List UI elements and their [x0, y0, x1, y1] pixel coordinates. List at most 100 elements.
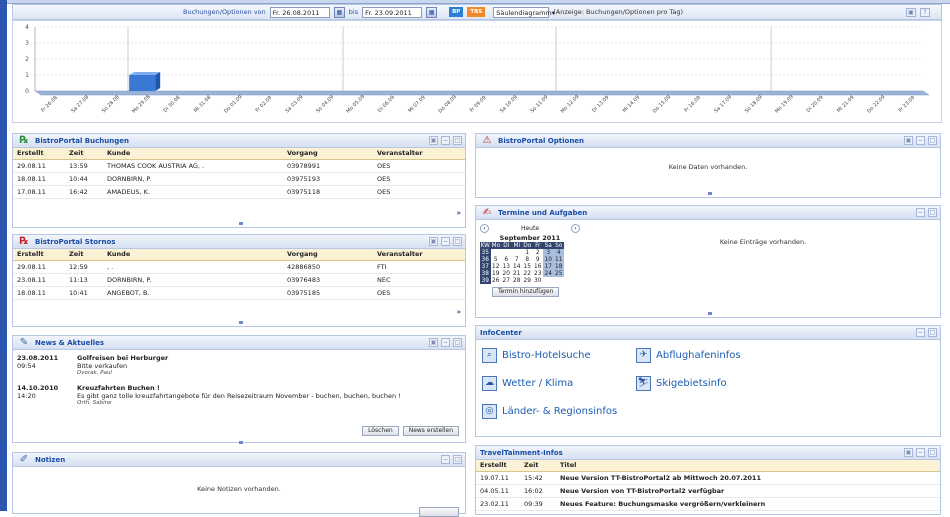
table-row[interactable]: 17.08.11 16:42 AMADEUS, K. 03975118 OES [13, 185, 465, 199]
date-from-input[interactable]: Fr. 26.08.2011 [269, 6, 330, 18]
link-country-info[interactable]: ◎ Länder- & Regionsinfos [482, 404, 617, 419]
calendar-day[interactable]: 18 [553, 263, 564, 270]
export-icon[interactable]: ▣ [429, 338, 438, 347]
export-icon[interactable]: ▣ [904, 448, 913, 457]
calendar-day[interactable]: 19 [491, 270, 502, 277]
add-appointment-button[interactable]: Termin hinzufügen [492, 287, 560, 297]
calendar-day[interactable]: 16 [533, 263, 544, 270]
calendar-day[interactable]: 30 [533, 277, 544, 284]
calendar-day[interactable]: 9 [533, 256, 544, 263]
toggle-tbs[interactable]: TBS [467, 7, 486, 17]
resize-handle[interactable] [239, 222, 243, 225]
export-icon[interactable]: ▣ [429, 136, 438, 145]
calendar-day[interactable]: 25 [553, 270, 564, 277]
calendar-day[interactable]: 11 [553, 256, 564, 263]
table-row[interactable]: 29.08.11 13:59 THOMAS COOK AUSTRIA AG, . 03… [13, 159, 465, 173]
minimize-icon[interactable]: − [441, 136, 450, 145]
maximize-icon[interactable]: □ [453, 338, 462, 347]
news-item[interactable]: 23.08.2011 09:54 Golfreisen bei Herburger… [13, 354, 465, 376]
link-weather[interactable]: ☁ Wetter / Klima [482, 376, 573, 391]
column-header[interactable]: Titel [556, 460, 940, 472]
calendar-day[interactable]: 14 [512, 263, 523, 270]
calendar-day[interactable]: 4 [553, 249, 564, 256]
maximize-icon[interactable]: □ [928, 328, 937, 337]
column-header[interactable]: Erstellt [13, 148, 65, 160]
calendar-day[interactable]: 10 [543, 256, 554, 263]
calendar-day[interactable]: 27 [501, 277, 512, 284]
link-hotel-search[interactable]: ⌕ Bistro-Hotelsuche [482, 348, 591, 363]
calendar-day[interactable]: 12 [491, 263, 502, 270]
calendar-day[interactable]: 20 [501, 270, 512, 277]
resize-handle[interactable] [239, 441, 243, 444]
table-row[interactable]: 23.08.11 11:13 DORNBIRN, P. 03976483 NEC [13, 273, 465, 287]
maximize-icon[interactable]: □ [928, 136, 937, 145]
resize-handle[interactable] [708, 192, 712, 195]
resize-handle[interactable] [239, 321, 243, 324]
column-header[interactable]: Kunde [103, 249, 283, 261]
maximize-icon[interactable]: □ [928, 208, 937, 217]
calendar-day[interactable]: 24 [543, 270, 554, 277]
minimize-icon[interactable]: − [916, 328, 925, 337]
delete-news-button[interactable]: Löschen [362, 426, 399, 436]
column-header[interactable]: Vorgang [283, 249, 373, 261]
column-header[interactable]: Veranstalter [373, 249, 465, 261]
column-header[interactable]: Vorgang [283, 148, 373, 160]
calendar-day[interactable]: 21 [512, 270, 523, 277]
more-link[interactable]: » [456, 308, 461, 316]
date-to-input[interactable]: Fr. 23.09.2011 [362, 6, 423, 18]
column-header[interactable]: Zeit [65, 148, 103, 160]
minimize-icon[interactable]: − [916, 136, 925, 145]
maximize-icon[interactable]: □ [453, 455, 462, 464]
create-news-button[interactable]: News erstellen [402, 426, 459, 436]
column-header[interactable]: Zeit [65, 249, 103, 261]
column-header[interactable]: Zeit [520, 460, 556, 472]
calendar-day[interactable]: 6 [501, 256, 512, 263]
toggle-bp[interactable]: BP [449, 7, 464, 17]
today-link[interactable]: Heute [521, 225, 539, 232]
calendar-day[interactable]: 3 [543, 249, 554, 256]
maximize-icon[interactable]: □ [453, 136, 462, 145]
minimize-icon[interactable]: − [441, 338, 450, 347]
more-link[interactable]: » [456, 209, 461, 217]
chart-type-select[interactable]: Säulendiagramm ▾ [493, 6, 555, 18]
notes-action-button[interactable] [419, 507, 459, 517]
news-item[interactable]: 14.10.2010 14:20 Kreuzfahrten Buchen ! Es … [13, 384, 465, 406]
table-row[interactable]: 04.05.11 16:02 Neue Version von TT-BistroP… [476, 484, 940, 498]
table-row[interactable]: 19.07.11 15:42 Neue Version TT-BistroPorta… [476, 471, 940, 485]
calendar-icon[interactable]: ▦ [333, 6, 345, 18]
minimize-icon[interactable]: − [441, 237, 450, 246]
link-airport-info[interactable]: ✈ Abflughafeninfos [636, 348, 741, 363]
minimize-icon[interactable]: − [916, 448, 925, 457]
minimize-icon[interactable]: − [916, 208, 925, 217]
calendar-day[interactable]: 15 [522, 263, 533, 270]
maximize-icon[interactable]: □ [928, 448, 937, 457]
calendar-day[interactable]: 23 [533, 270, 544, 277]
calendar-day[interactable]: 2 [533, 249, 544, 256]
export-icon[interactable]: ▣ [906, 8, 916, 17]
calendar-day[interactable]: 17 [543, 263, 554, 270]
prev-month-icon[interactable]: ‹ [480, 224, 489, 233]
column-header[interactable]: Veranstalter [373, 148, 465, 160]
link-ski-info[interactable]: ⛷ Skigebietsinfo [636, 376, 727, 391]
calendar-day[interactable]: 26 [491, 277, 502, 284]
resize-handle[interactable] [708, 312, 712, 315]
column-header[interactable]: Erstellt [476, 460, 520, 472]
column-header[interactable]: Kunde [103, 148, 283, 160]
calendar-day[interactable]: 7 [512, 256, 523, 263]
maximize-icon[interactable]: □ [453, 237, 462, 246]
help-icon[interactable]: ? [920, 8, 930, 17]
calendar-icon[interactable]: ▦ [426, 6, 438, 18]
table-row[interactable]: 29.08.11 12:59, . 42886850 FTI [13, 260, 465, 274]
column-header[interactable]: Erstellt [13, 249, 65, 261]
calendar-day[interactable]: 28 [512, 277, 523, 284]
table-row[interactable]: 18.08.11 10:44 DORNBIRN, P. 03975193 OES [13, 172, 465, 186]
calendar-day[interactable]: 5 [491, 256, 502, 263]
calendar-day[interactable]: 29 [522, 277, 533, 284]
export-icon[interactable]: ▣ [429, 237, 438, 246]
table-row[interactable]: 23.02.11 09:39 Neues Feature: Buchungsmask… [476, 497, 940, 511]
next-month-icon[interactable]: › [571, 224, 580, 233]
table-row[interactable]: 18.08.11 10:41 ANGEBOT, B. 03975185 OES [13, 286, 465, 300]
calendar-day[interactable]: 13 [501, 263, 512, 270]
calendar-day[interactable]: 1 [522, 249, 533, 256]
calendar-day[interactable]: 8 [522, 256, 533, 263]
